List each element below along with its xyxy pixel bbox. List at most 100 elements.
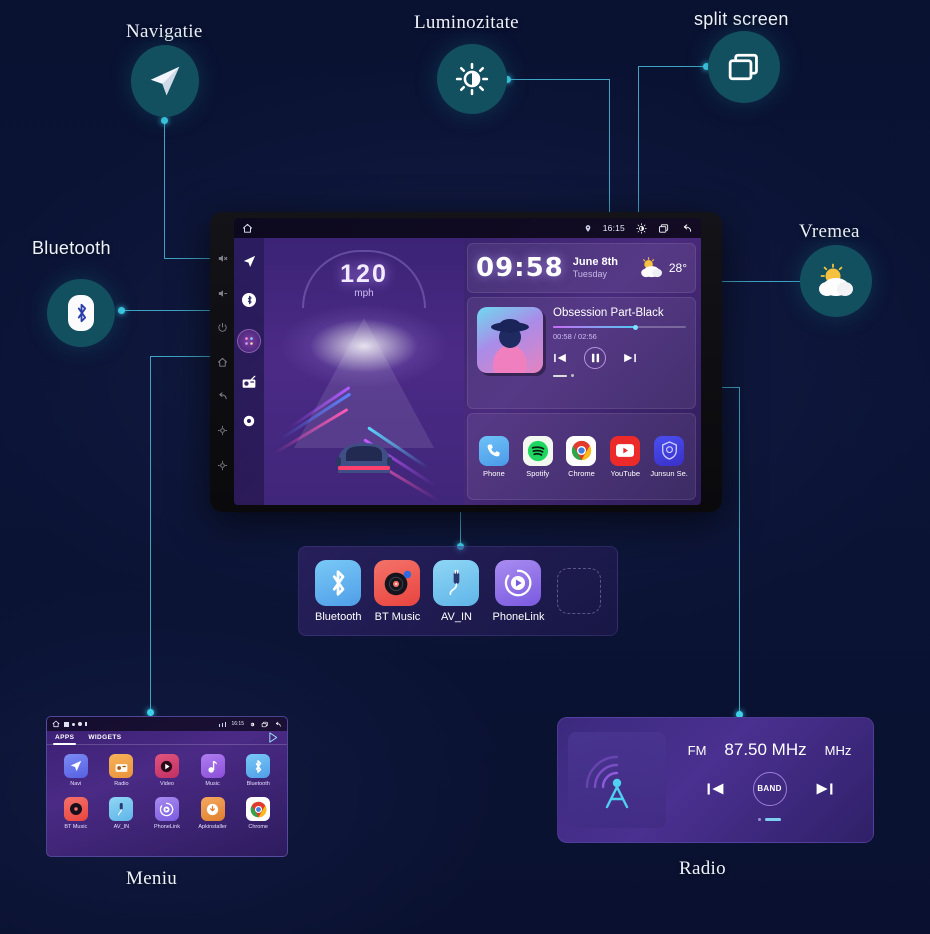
video-play-icon (154, 754, 179, 778)
dock-label: Bluetooth (315, 610, 362, 623)
skip-next-icon[interactable] (623, 352, 637, 364)
play-pause-button[interactable] (584, 347, 606, 369)
app-label: YouTube (610, 468, 641, 478)
playback-time: 00:58 / 02:56 (553, 332, 597, 341)
sidebar-item-bluetooth[interactable] (240, 291, 258, 309)
speed-value: 120 (340, 260, 388, 288)
home-icon[interactable] (217, 357, 228, 368)
split-screen-icon[interactable] (658, 223, 670, 234)
tab-widgets[interactable]: WIDGETS (88, 734, 121, 741)
sidebar-item-navigation[interactable] (240, 252, 258, 270)
badge-bluetooth[interactable] (47, 279, 115, 347)
menu-screenshot[interactable]: 16:15 APPS WIDGETS Navi Radio Video Musi… (46, 716, 288, 857)
back-arrow-icon[interactable] (274, 721, 282, 728)
skip-previous-icon[interactable] (706, 781, 725, 797)
weekday-text: Tuesday (572, 269, 607, 280)
knob-icon[interactable] (217, 425, 228, 436)
menu-app-phonelink[interactable]: PhoneLink (154, 797, 180, 830)
skip-previous-icon[interactable] (553, 352, 567, 364)
page-dot[interactable] (758, 817, 761, 821)
callout-label-radio: Radio (679, 858, 726, 879)
band-button[interactable]: BAND (752, 771, 787, 806)
back-arrow-icon[interactable] (217, 391, 228, 402)
track-title: Obsession Part-Black (553, 307, 664, 319)
tab-apps[interactable]: APPS (52, 734, 77, 745)
clock-time: 09:58 (476, 253, 564, 283)
dock-item-bt-music[interactable]: BT Music (374, 559, 421, 623)
app-shortcut-phone[interactable]: Phone (474, 435, 514, 478)
badge-vremea[interactable] (800, 245, 872, 317)
device-hardware-buttons (210, 212, 234, 512)
menu-app-label: Chrome (248, 824, 268, 830)
power-icon[interactable] (217, 322, 228, 333)
split-screen-icon[interactable] (261, 721, 269, 728)
dock-item-av-in[interactable]: AV_IN (433, 559, 480, 623)
dock-item-phonelink[interactable]: PhoneLink (492, 559, 544, 623)
badge-navigatie[interactable] (131, 45, 199, 117)
sun-cloud-icon (641, 257, 662, 278)
menu-app-bt-music[interactable]: BT Music (63, 797, 88, 830)
brightness-icon[interactable] (249, 721, 256, 728)
status-bar-time: 16:15 (602, 223, 625, 233)
callout-label-meniu: Meniu (126, 868, 178, 889)
dock-empty-slot[interactable] (557, 568, 601, 614)
screen-body: 120 mph 09:58 June 8th Tuesday 28° Obses… (234, 238, 701, 505)
menu-app-chrome[interactable]: Chrome (246, 797, 271, 830)
brightness-icon[interactable] (636, 222, 647, 234)
mute-icon[interactable] (217, 253, 228, 264)
volume-slider-icon[interactable] (553, 374, 686, 377)
navigation-arrow-icon (150, 66, 180, 96)
menu-app-apkinstaller[interactable]: Apkinstaller (198, 797, 227, 830)
app-shortcut-youtube[interactable]: YouTube (605, 435, 645, 478)
media-player-card[interactable]: Obsession Part-Black 00:58 / 02:56 (467, 297, 696, 409)
app-shortcut-chrome[interactable]: Chrome (561, 435, 601, 478)
app-shortcut-spotify[interactable]: Spotify (518, 435, 558, 478)
progress-bar[interactable] (553, 324, 686, 330)
bar-icon (85, 722, 87, 726)
date-block: June 8th Tuesday (573, 256, 618, 281)
connector-meniu-v (150, 356, 151, 712)
dock-item-bluetooth[interactable]: Bluetooth (315, 559, 362, 623)
menu-app-label: Music (205, 781, 220, 787)
menu-app-radio[interactable]: Radio (109, 754, 134, 787)
sidebar-item-settings[interactable] (240, 412, 258, 430)
reset-icon[interactable] (217, 460, 228, 471)
youtube-icon (610, 435, 641, 466)
widgets-panel: 09:58 June 8th Tuesday 28° Obsession Par… (464, 238, 701, 505)
av-in-plug-icon (433, 559, 480, 606)
apps-grid-icon (245, 337, 253, 345)
radio-widget[interactable]: FM 87.50 MHz MHz BAND (557, 717, 874, 843)
head-unit-screen[interactable]: 16:15 120 mph 09:58 June 8th Tuesday 28°… (234, 218, 701, 505)
clock-weather-card[interactable]: 09:58 June 8th Tuesday 28° (467, 243, 696, 293)
radio-icon (109, 754, 134, 778)
stop-icon (64, 721, 69, 727)
app-shortcut-junsun[interactable]: Junsun Se. (649, 435, 689, 478)
home-icon[interactable] (242, 223, 253, 234)
callout-label-split-screen: split screen (694, 9, 789, 29)
progress-knob[interactable] (632, 324, 638, 330)
av-in-plug-icon (109, 797, 134, 821)
split-screen-icon (728, 53, 758, 81)
badge-luminozitate[interactable] (437, 44, 507, 114)
signal-icon (218, 721, 227, 727)
menu-app-navi[interactable]: Navi (63, 754, 88, 787)
volume-down-icon[interactable] (217, 288, 228, 299)
play-store-icon[interactable] (268, 732, 279, 743)
menu-app-video[interactable]: Video (154, 754, 179, 787)
connector-split-v (638, 66, 639, 224)
menu-app-label: Video (160, 781, 174, 787)
home-icon[interactable] (52, 720, 60, 728)
phonelink-play-icon (495, 559, 542, 606)
driving-visual-panel[interactable]: 120 mph (264, 238, 464, 505)
back-arrow-icon[interactable] (681, 223, 693, 234)
dot-icon (78, 722, 82, 726)
phonelink-play-icon (154, 797, 179, 821)
page-dot-active[interactable] (765, 817, 781, 821)
sidebar-item-radio[interactable] (240, 373, 258, 391)
skip-next-icon[interactable] (815, 781, 834, 797)
sidebar-item-apps[interactable] (238, 330, 260, 352)
menu-app-music[interactable]: Music (200, 754, 225, 787)
badge-split-screen[interactable] (708, 31, 780, 103)
menu-app-av-in[interactable]: AV_IN (109, 797, 134, 830)
menu-app-bluetooth[interactable]: Bluetooth (246, 754, 271, 787)
